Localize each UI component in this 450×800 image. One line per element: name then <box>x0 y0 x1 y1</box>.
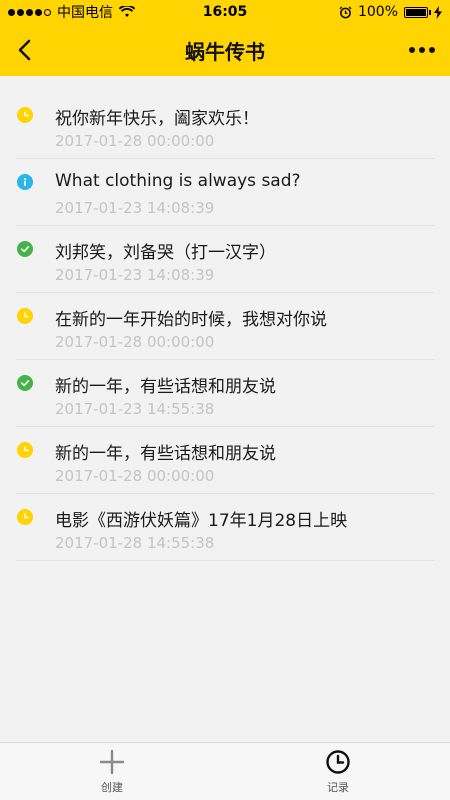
item-title: 在新的一年开始的时候，我想对你说 <box>55 310 327 330</box>
item-title: 新的一年，有些话想和朋友说 <box>55 444 276 464</box>
tab-records[interactable]: 记录 <box>308 749 368 799</box>
check-icon <box>17 375 33 391</box>
battery-icon <box>404 6 431 18</box>
list-item[interactable]: 新的一年，有些话想和朋友说 2017-01-28 00:00:00 <box>0 427 450 494</box>
item-title: 新的一年，有些话想和朋友说 <box>55 377 276 397</box>
clock-time: 16:05 <box>202 4 248 20</box>
navigation-bar: 蜗牛传书 <box>0 24 450 76</box>
tab-records-label: 记录 <box>327 781 349 794</box>
pending-clock-icon <box>17 107 33 123</box>
carrier-name: 中国电信 <box>57 5 113 21</box>
alarm-icon <box>339 5 352 18</box>
item-date: 2017-01-28 14:55:38 <box>55 534 215 552</box>
item-date: 2017-01-23 14:55:38 <box>55 400 215 418</box>
tab-bar: 创建 记录 <box>0 742 450 800</box>
more-dot <box>429 47 435 53</box>
tab-create[interactable]: 创建 <box>82 749 142 799</box>
item-title: 刘邦笑，刘备哭（打一汉字） <box>55 243 276 263</box>
list-item[interactable]: 电影《西游伏妖篇》17年1月28日上映 2017-01-28 14:55:38 <box>0 494 450 561</box>
plus-icon <box>99 749 125 775</box>
pending-clock-icon <box>17 509 33 525</box>
item-title: What clothing is always sad? <box>55 171 301 191</box>
divider <box>16 560 434 561</box>
signal-strength-icon <box>8 8 51 16</box>
page-title: 蜗牛传书 <box>185 39 265 64</box>
wifi-icon <box>119 6 135 17</box>
item-title: 电影《西游伏妖篇》17年1月28日上映 <box>55 511 348 531</box>
more-dots-icon <box>409 47 415 53</box>
item-title: 祝你新年快乐，阖家欢乐！ <box>55 109 259 129</box>
list-item[interactable]: 刘邦笑，刘备哭（打一汉字） 2017-01-23 14:08:39 <box>0 226 450 293</box>
list-item[interactable]: 在新的一年开始的时候，我想对你说 2017-01-28 00:00:00 <box>0 293 450 360</box>
list-item[interactable]: 祝你新年快乐，阖家欢乐！ 2017-01-28 00:00:00 <box>0 92 450 159</box>
list-item[interactable]: 新的一年，有些话想和朋友说 2017-01-23 14:55:38 <box>0 360 450 427</box>
list-item[interactable]: What clothing is always sad? 2017-01-23 1… <box>0 159 450 226</box>
more-button[interactable] <box>404 36 440 64</box>
message-list: 祝你新年快乐，阖家欢乐！ 2017-01-28 00:00:00 What clot… <box>0 92 450 561</box>
back-button[interactable] <box>8 34 40 66</box>
battery-percentage: 100% <box>357 4 398 20</box>
tab-create-label: 创建 <box>101 781 123 794</box>
charging-icon <box>434 5 442 19</box>
item-date: 2017-01-28 00:00:00 <box>55 333 215 351</box>
status-bar: 中国电信 16:05 100% <box>0 0 450 24</box>
check-icon <box>17 241 33 257</box>
item-date: 2017-01-23 14:08:39 <box>55 266 215 284</box>
clock-icon <box>326 750 350 774</box>
pending-clock-icon <box>17 442 33 458</box>
chevron-left-icon <box>18 39 31 61</box>
pending-clock-icon <box>17 308 33 324</box>
item-date: 2017-01-23 14:08:39 <box>55 199 215 217</box>
info-icon <box>17 174 33 190</box>
item-date: 2017-01-28 00:00:00 <box>55 132 215 150</box>
more-dot <box>419 47 425 53</box>
item-date: 2017-01-28 00:00:00 <box>55 467 215 485</box>
